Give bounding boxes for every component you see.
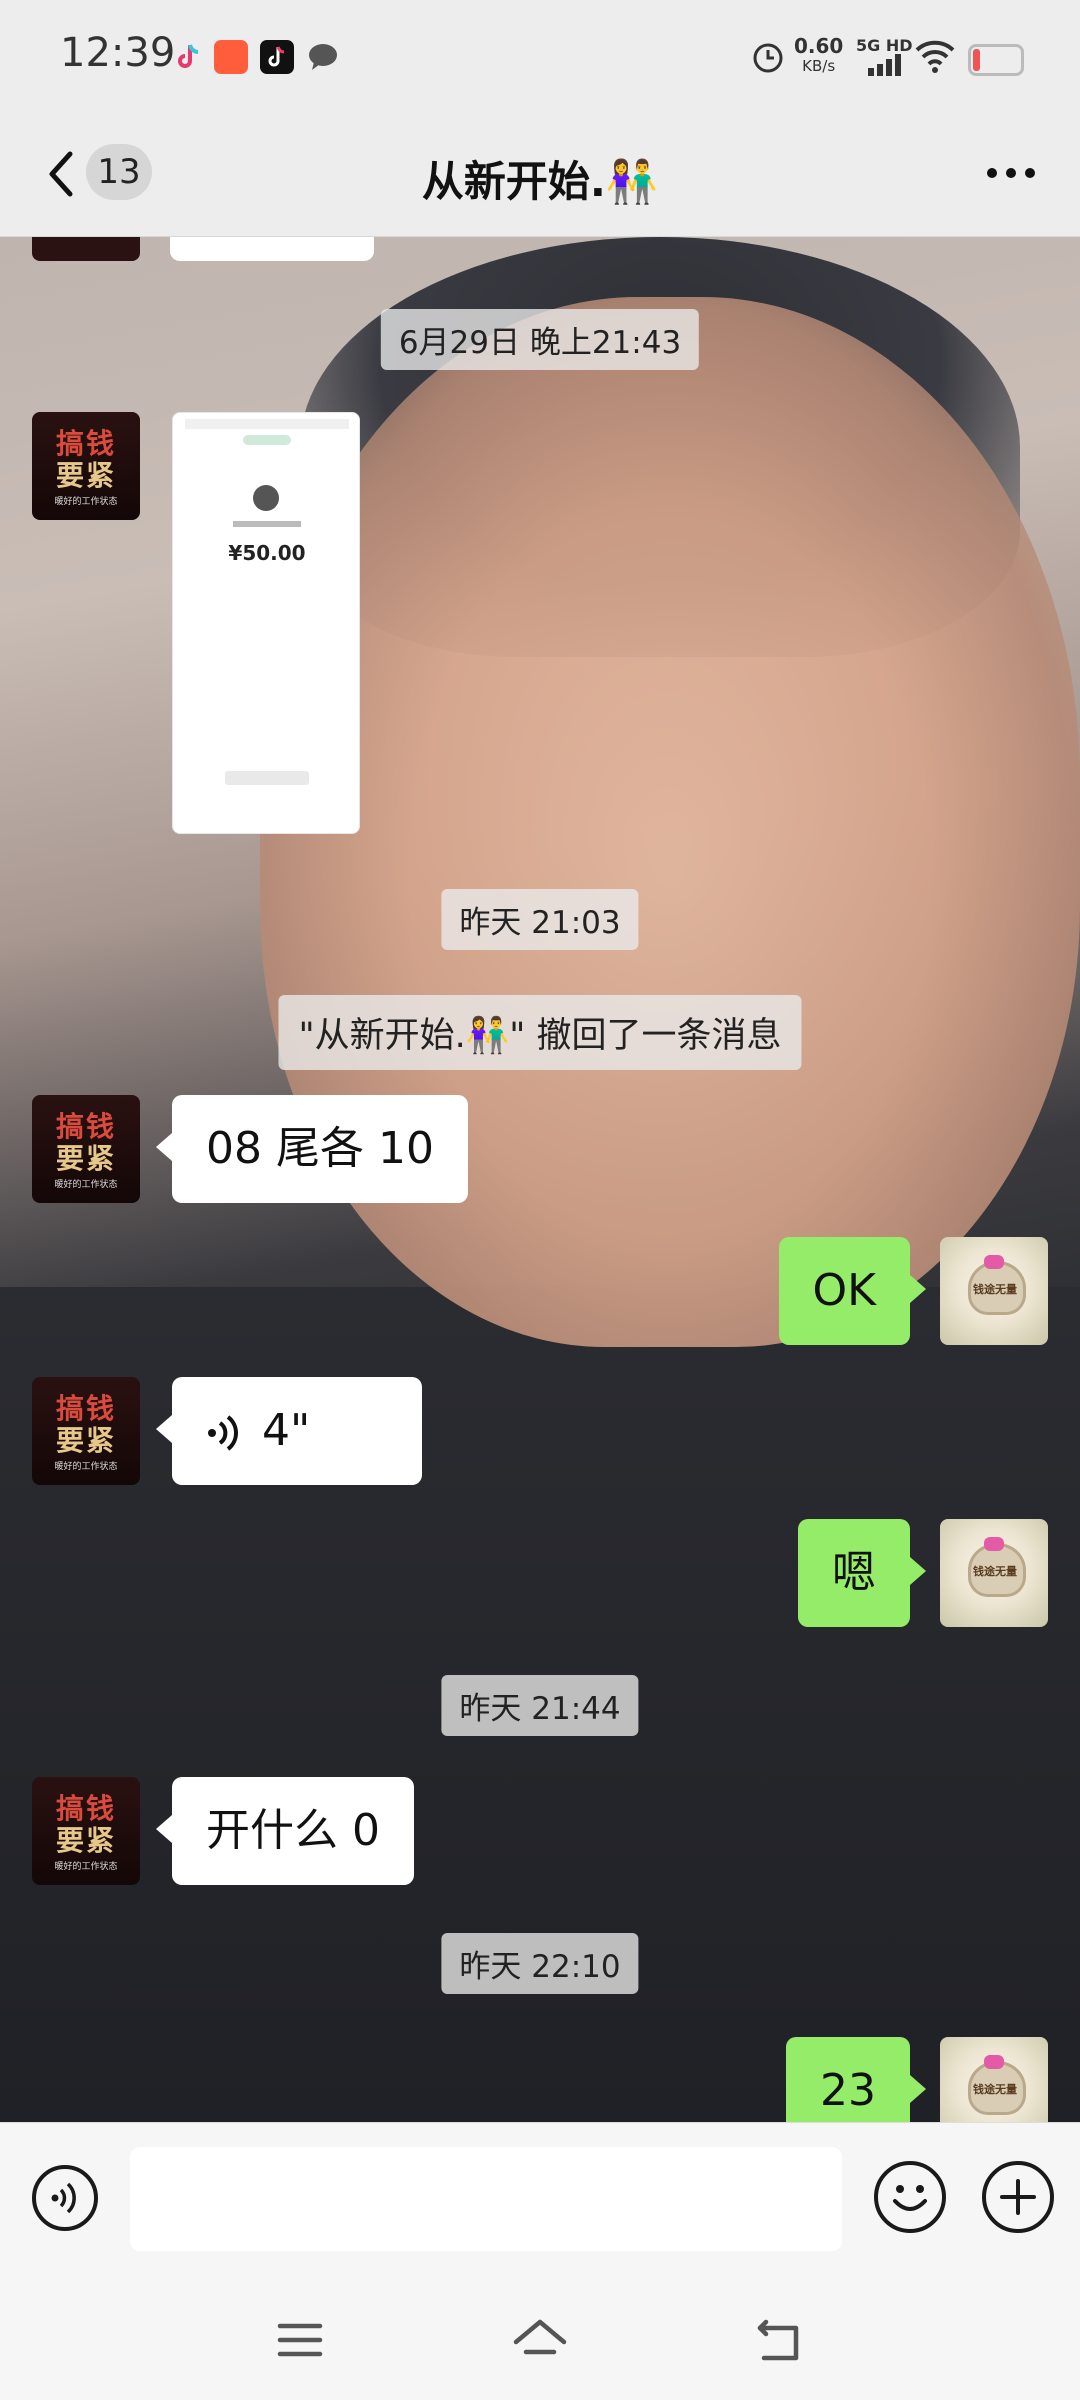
timestamp: 6月29日 晚上21:43	[380, 309, 700, 370]
input-bar	[0, 2122, 1080, 2283]
wifi-icon	[914, 38, 956, 74]
gallery-app-icon	[214, 40, 248, 74]
avatar-text-2: 要紧	[55, 459, 116, 492]
avatar-text-3: 暖好的工作状态	[54, 497, 118, 507]
chat-bubble-icon	[306, 40, 340, 74]
avatar-text-3: 暖好的工作状态	[54, 1462, 118, 1472]
timestamp: 昨天 22:10	[441, 1933, 639, 1994]
voice-wave-icon	[208, 1415, 238, 1451]
recall-notice: "从新开始.👫" 撤回了一条消息	[278, 995, 802, 1070]
avatar-bow	[984, 1537, 1004, 1551]
more-dots-icon	[987, 168, 1035, 178]
battery-level	[973, 49, 980, 71]
plus-icon	[1000, 2179, 1036, 2215]
home-icon	[513, 2319, 567, 2355]
network-type: 5G HD	[856, 36, 913, 55]
avatar-text: 钱途无量	[973, 1283, 1017, 1296]
net-speed: 0.60 KB/s	[794, 36, 843, 76]
my-avatar[interactable]: 钱途无量	[940, 2037, 1048, 2122]
menu-nav-button[interactable]	[272, 2312, 328, 2368]
plus-button[interactable]	[982, 2161, 1054, 2233]
sender-avatar[interactable]: 搞钱 要紧 暖好的工作状态	[32, 1777, 140, 1885]
sender-avatar[interactable]: 搞钱 要紧 暖好的工作状态	[32, 1377, 140, 1485]
more-options-button[interactable]	[978, 156, 1044, 190]
chat-area[interactable]: 6月29日 晚上21:43 搞钱 要紧 暖好的工作状态 ¥50.00 昨天 21…	[0, 237, 1080, 2122]
avatar-text-2: 要紧	[55, 1142, 116, 1175]
message-input[interactable]	[130, 2147, 842, 2251]
message-bubble-sent[interactable]: OK	[778, 1237, 926, 1345]
back-nav-button[interactable]	[752, 2312, 808, 2368]
avatar-text-3: 暖好的工作状态	[54, 1862, 118, 1872]
image-pill	[243, 435, 291, 445]
status-time: 12:39	[60, 30, 176, 76]
status-bar: 12:39 0.60 KB/s 5G HD	[0, 0, 1080, 112]
image-button	[225, 771, 309, 785]
signal-icon	[866, 54, 906, 76]
home-nav-button[interactable]	[512, 2312, 568, 2368]
timestamp: 昨天 21:44	[441, 1675, 639, 1736]
message-bubble-received[interactable]: 08 尾各 10	[156, 1095, 468, 1203]
alarm-icon	[750, 38, 786, 74]
image-subtitle	[233, 521, 301, 527]
emoji-button[interactable]	[874, 2161, 946, 2233]
message-bubble-sent[interactable]: 23	[786, 2037, 926, 2122]
avatar-text: 钱途无量	[973, 2083, 1017, 2096]
avatar-text: 钱途无量	[973, 1565, 1017, 1578]
avatar-text-2: 要紧	[55, 1424, 116, 1457]
message-bubble-received[interactable]: 开什么 0	[156, 1777, 414, 1885]
tiktok-lite-icon	[172, 40, 206, 74]
menu-icon	[277, 2323, 323, 2357]
my-avatar[interactable]: 钱途无量	[940, 1519, 1048, 1627]
chat-header: 13 从新开始.👫	[0, 112, 1080, 237]
net-speed-unit: KB/s	[802, 57, 836, 75]
avatar-bow	[984, 2055, 1004, 2069]
voice-message[interactable]: 4"	[156, 1377, 422, 1485]
avatar-text-2: 要紧	[55, 1824, 116, 1857]
system-nav-bar	[0, 2282, 1080, 2400]
voice-mode-icon	[51, 2182, 76, 2214]
battery-icon	[968, 44, 1024, 76]
chat-title: 从新开始.👫	[421, 157, 659, 206]
avatar-bow	[984, 1255, 1004, 1269]
image-coin	[253, 485, 279, 511]
my-avatar[interactable]: 钱途无量	[940, 1237, 1048, 1345]
back-nav-icon	[757, 2319, 799, 2361]
sender-avatar[interactable]: 搞钱 要紧 暖好的工作状态	[32, 412, 140, 520]
partial-avatar	[32, 237, 140, 261]
timestamp: 昨天 21:03	[441, 889, 639, 950]
partial-message-bubble	[170, 237, 374, 261]
message-bubble-sent[interactable]: 嗯	[798, 1519, 926, 1627]
voice-duration: 4"	[262, 1405, 311, 1456]
net-speed-value: 0.60	[794, 34, 844, 58]
image-status-bar	[185, 419, 349, 429]
avatar-text-3: 暖好的工作状态	[54, 1180, 118, 1190]
image-amount: ¥50.00	[228, 541, 306, 565]
tiktok-icon	[260, 40, 294, 74]
image-message[interactable]: ¥50.00	[172, 412, 360, 834]
emoji-icon	[893, 2185, 927, 2211]
voice-mode-button[interactable]	[32, 2165, 98, 2231]
sender-avatar[interactable]: 搞钱 要紧 暖好的工作状态	[32, 1095, 140, 1203]
